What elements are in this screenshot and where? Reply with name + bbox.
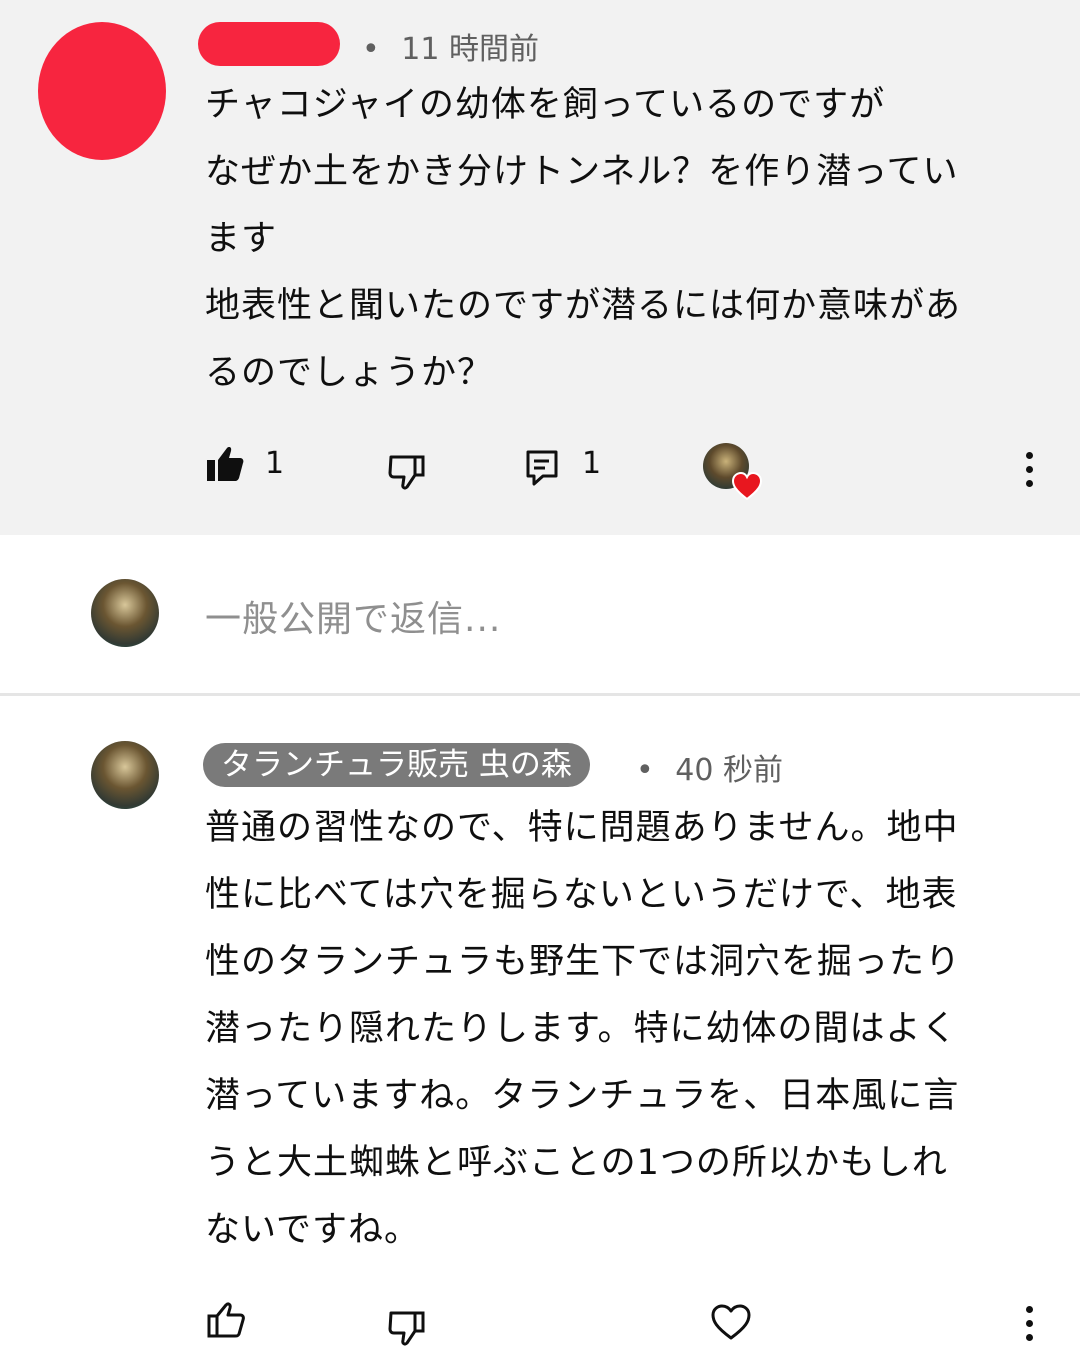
heart-outline-icon[interactable]	[709, 1302, 753, 1342]
comment-text: チャコジャイの幼体を飼っているのですが なぜか土をかき分けトンネル？を作り潜って…	[205, 85, 962, 393]
parent-comment: • 11 時間前 チャコジャイの幼体を飼っているのですが なぜか土をかき分けトン…	[0, 0, 1080, 535]
channel-avatar[interactable]	[91, 741, 159, 809]
separator-dot: •	[362, 32, 380, 67]
comment-meta: • 11 時間前	[362, 24, 539, 68]
commenter-name-redacted[interactable]	[198, 22, 340, 66]
comment-time: 11 時間前	[401, 32, 539, 67]
divider	[0, 693, 1080, 696]
reply-meta: • 40 秒前	[636, 745, 783, 789]
reply-time: 40 秒前	[675, 753, 783, 788]
comment-icon[interactable]	[524, 448, 560, 488]
reply-count[interactable]: 1	[582, 446, 601, 481]
more-vertical-icon[interactable]	[1023, 452, 1035, 487]
like-count: 1	[265, 446, 285, 481]
thumbs-up-outline-icon[interactable]	[205, 1300, 247, 1340]
thumbs-down-icon[interactable]	[386, 1308, 428, 1348]
more-vertical-icon[interactable]	[1023, 1306, 1035, 1341]
separator-dot: •	[636, 753, 654, 788]
channel-name-chip[interactable]: タランチュラ販売 虫の森	[203, 743, 590, 787]
reply-text: 普通の習性なので、特に問題ありません。地中 性に比べては穴を掘らないというだけで…	[205, 808, 962, 1250]
creator-heart-icon	[731, 471, 763, 501]
reply-input[interactable]: 一般公開で返信...	[205, 590, 501, 642]
user-avatar	[91, 579, 159, 647]
commenter-avatar-redacted[interactable]	[38, 22, 166, 160]
thumbs-up-filled-icon[interactable]	[204, 444, 246, 484]
thumbs-down-icon[interactable]	[386, 452, 428, 492]
